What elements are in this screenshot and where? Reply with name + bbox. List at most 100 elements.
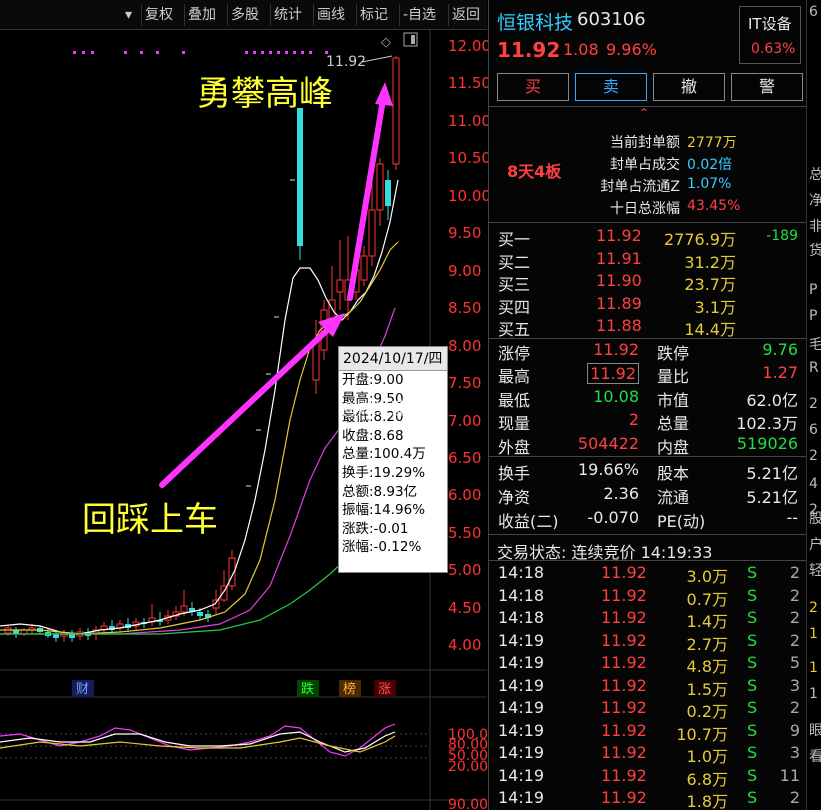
- price-axis-tick: 4.50: [448, 598, 482, 617]
- osc-tick-20: 20.00: [448, 759, 489, 775]
- tick-volume: 10.7万: [676, 724, 728, 744]
- tick-price: 11.92: [601, 585, 647, 605]
- toolbar-fuquan-button[interactable]: 复权: [141, 4, 176, 26]
- quote-value: 102.3万: [736, 414, 798, 434]
- tick-time: 14:19: [498, 630, 545, 650]
- fundamental-value: 19.66%: [577, 460, 639, 479]
- candle-body: [392, 57, 400, 165]
- orderbook-label: 买四: [498, 297, 531, 317]
- collapse-chevron-icon[interactable]: ⌃: [639, 106, 649, 120]
- ma60-line: [0, 559, 346, 635]
- tooltip-line: 开盘:9.00: [342, 372, 404, 388]
- candle-body: [385, 180, 391, 206]
- tick-time: 14:18: [498, 608, 545, 627]
- tick-count: 3: [789, 675, 800, 695]
- tick-price: 11.92: [601, 698, 647, 717]
- annotation-bottom-text: 回踩上车: [82, 500, 218, 540]
- orderbook-price: 11.90: [596, 271, 642, 290]
- toolbar-mark-button[interactable]: 标记: [356, 4, 391, 26]
- toolbar-watchlist-button[interactable]: -自选: [399, 4, 439, 26]
- tick-count: 2: [789, 608, 800, 627]
- orderbook-price: 11.92: [596, 226, 642, 245]
- tick-side: S: [747, 765, 758, 785]
- edge-char: 看: [809, 746, 821, 766]
- edge-char: 毛: [809, 334, 821, 354]
- cancel-order-button[interactable]: 撤: [653, 73, 725, 101]
- orderbook-label: 买二: [498, 252, 531, 272]
- tooltip-line: 换手:19.29%: [342, 464, 426, 481]
- event-tag-fall-label: 跌: [301, 681, 314, 697]
- dropdown-chevron-icon[interactable]: ▾: [122, 4, 135, 26]
- buy-button[interactable]: 买: [497, 73, 569, 101]
- tick-volume: 4.8万: [686, 657, 728, 676]
- edge-char: 净: [809, 190, 821, 210]
- alert-button[interactable]: 警: [731, 73, 803, 101]
- toolbar-draw-button[interactable]: 画线: [313, 4, 348, 26]
- tick-volume: 3.0万: [686, 567, 728, 586]
- toolbar-overlay-button[interactable]: 叠加: [184, 4, 219, 26]
- edge-char: 非: [809, 216, 821, 236]
- quote-label: 总量: [657, 414, 690, 434]
- tooltip-line: 总量:100.4万: [342, 446, 426, 463]
- quote-value: 62.0亿: [746, 390, 798, 410]
- tick-side: S: [747, 563, 758, 582]
- price-axis-tick: 5.50: [448, 523, 482, 542]
- price-axis-tick: 10.50: [448, 149, 491, 168]
- diamond-icon[interactable]: ◇: [381, 35, 391, 50]
- sector-box[interactable]: IT设备 0.63%: [739, 6, 801, 64]
- price-axis-tick: 7.50: [448, 374, 482, 393]
- fundamental-value: --: [786, 508, 798, 527]
- candle-body: [180, 605, 188, 613]
- toolbar-multistock-button[interactable]: 多股: [227, 4, 262, 26]
- edge-char: 6: [809, 422, 818, 438]
- sell-button[interactable]: 卖: [575, 73, 647, 101]
- chart-toolbar: ▾ 复权 叠加 多股 统计 画线 标记 -自选 返回: [0, 0, 487, 30]
- edge-strip: 6总净非货PP毛R26242股户轻2111眼看: [806, 0, 821, 810]
- quote-value: 11.92: [587, 363, 639, 385]
- quote-label: 跌停: [657, 344, 690, 363]
- panel-toggle-icon[interactable]: [403, 32, 418, 47]
- toolbar-stats-button[interactable]: 统计: [270, 4, 305, 26]
- tick-side: S: [747, 585, 758, 605]
- fundamental-value: 2.36: [603, 484, 639, 503]
- tick-count: 2: [789, 630, 800, 650]
- candle-body: [297, 108, 303, 246]
- dotted-marker-row: [73, 51, 328, 54]
- price-axis-tick: 12.00: [448, 37, 491, 55]
- watermark-text: @财经龍头: [340, 399, 425, 419]
- seal-value: 43.45%: [687, 198, 741, 214]
- fundamental-label: PE(动): [657, 512, 706, 531]
- candle-tooltip: 2024/10/17/四 开盘:9.00 最高:9.50 最低:8.20 收盘:8.6…: [338, 346, 448, 573]
- seal-label: 十日总涨幅: [610, 201, 680, 217]
- tick-count: 3: [789, 743, 800, 762]
- edge-char: 4: [809, 476, 818, 492]
- price-axis-tick: 9.50: [448, 224, 482, 243]
- edge-char: 股: [809, 508, 821, 528]
- edge-char: 轻: [809, 560, 821, 580]
- tick-price: 11.92: [601, 563, 647, 582]
- orderbook-volume: 23.7万: [684, 275, 736, 294]
- tick-count: 2: [789, 698, 800, 717]
- tick-volume: 6.8万: [686, 769, 728, 789]
- quote-value: 9.76: [762, 340, 798, 359]
- tick-price: 11.92: [601, 765, 647, 785]
- candle-body: [368, 209, 376, 257]
- tick-price: 11.92: [601, 720, 647, 740]
- tick-time: 14:19: [498, 675, 545, 695]
- seal-value: 0.02倍: [687, 157, 733, 173]
- sector-pct: 0.63%: [751, 41, 796, 57]
- toolbar-back-button[interactable]: 返回: [448, 4, 483, 26]
- price-axis-tick: 8.50: [448, 299, 482, 318]
- quote-label: 市值: [657, 390, 690, 410]
- candle-body: [360, 255, 368, 281]
- kline-chart-area[interactable]: 11.92 ◇ 财 跌 榜 涨 12.00 11.50 11.00 10.50 …: [0, 30, 497, 810]
- orderbook-label: 买五: [498, 320, 531, 339]
- seal-value: 2777万: [687, 135, 737, 151]
- tick-time: 14:19: [498, 720, 545, 740]
- tick-count: 11: [779, 765, 800, 785]
- tooltip-line: 振幅:14.96%: [342, 502, 426, 519]
- quote-label: 内盘: [657, 437, 690, 457]
- tooltip-date: 2024/10/17/四: [339, 347, 447, 371]
- tick-volume: 1.5万: [686, 679, 728, 699]
- oscillator-panel: [0, 723, 430, 759]
